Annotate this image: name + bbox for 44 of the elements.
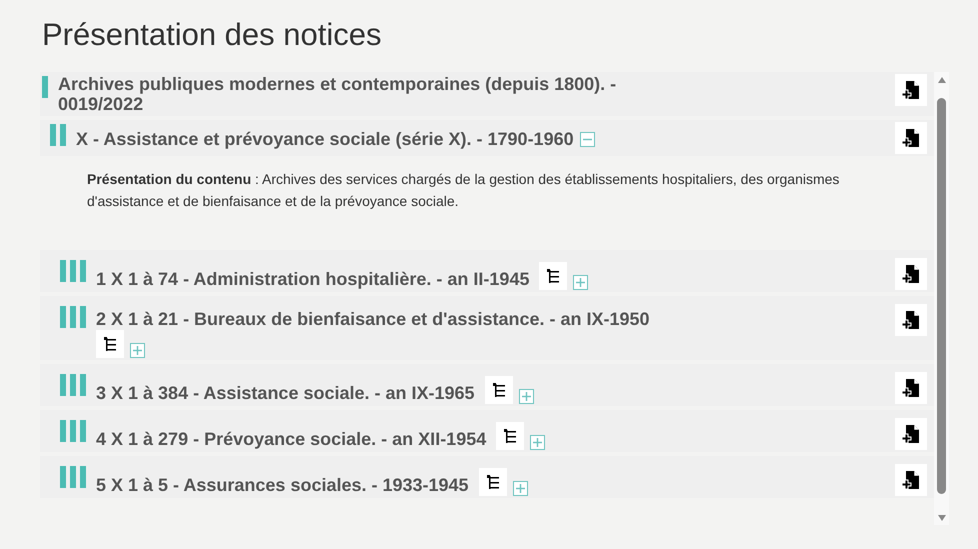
record-title[interactable]: 3 X 1 à 384 - Assistance sociale. - an IX-1965 bbox=[96, 382, 475, 404]
add-document-button[interactable] bbox=[895, 304, 927, 336]
plus-icon bbox=[575, 277, 586, 288]
add-document-button[interactable] bbox=[895, 74, 927, 106]
document-plus-icon bbox=[900, 469, 922, 491]
record-title[interactable]: 2 X 1 à 21 - Bureaux de bienfaisance et d'assistance. - an IX-1950 bbox=[96, 308, 650, 330]
document-plus-icon bbox=[900, 127, 922, 149]
plus-icon bbox=[132, 345, 143, 356]
document-plus-icon bbox=[900, 79, 922, 101]
document-plus-icon bbox=[900, 263, 922, 285]
plus-icon bbox=[532, 437, 544, 448]
level-marker bbox=[60, 306, 86, 328]
level-marker bbox=[50, 124, 66, 146]
record-title[interactable]: X - Assistance et prévoyance sociale (série X). - 1790-1960 bbox=[76, 126, 574, 153]
level-marker bbox=[42, 76, 48, 98]
add-document-button[interactable] bbox=[895, 464, 927, 496]
level-marker bbox=[60, 420, 86, 442]
page-title: Présentation des notices bbox=[42, 16, 382, 54]
document-plus-icon bbox=[900, 377, 922, 399]
add-document-button[interactable] bbox=[895, 122, 927, 154]
record-title[interactable]: Archives publiques modernes et contemporaines (depuis 1800). - 0019/2022 bbox=[48, 74, 668, 114]
tree-view-button[interactable] bbox=[96, 330, 124, 358]
record-title[interactable]: 5 X 1 à 5 - Assurances sociales. - 1933-1945 bbox=[96, 474, 469, 496]
add-document-button[interactable] bbox=[895, 258, 927, 290]
plus-icon bbox=[514, 483, 526, 494]
document-plus-icon bbox=[900, 309, 922, 331]
scroll-down-icon[interactable] bbox=[936, 514, 946, 522]
level-marker bbox=[60, 260, 86, 282]
content-description: Présentation du contenu : Archives des services chargés de la gestion des établissements hospitaliers, des organismes d'assistance et de bienfaisance et de la prévoyance sociale. bbox=[86, 170, 840, 211]
add-document-button[interactable] bbox=[895, 418, 927, 450]
tree-view-button[interactable] bbox=[496, 422, 524, 450]
document-plus-icon bbox=[900, 423, 922, 445]
record-title[interactable]: 1 X 1 à 74 - Administration hospitalière. - an II-1945 bbox=[96, 268, 530, 290]
record-title[interactable]: 4 X 1 à 279 - Prévoyance sociale. - an XII-1954 bbox=[96, 428, 486, 450]
level-marker bbox=[60, 466, 86, 488]
add-document-button[interactable] bbox=[895, 372, 927, 404]
tree-view-button[interactable] bbox=[484, 376, 513, 404]
plus-icon bbox=[520, 391, 532, 402]
tree-view-button[interactable] bbox=[478, 468, 507, 496]
tree-view-button[interactable] bbox=[539, 262, 568, 290]
level-marker bbox=[60, 374, 86, 396]
scroll-up-icon[interactable] bbox=[936, 76, 946, 84]
tree-icon bbox=[101, 335, 119, 353]
scrollbar[interactable] bbox=[934, 72, 949, 525]
